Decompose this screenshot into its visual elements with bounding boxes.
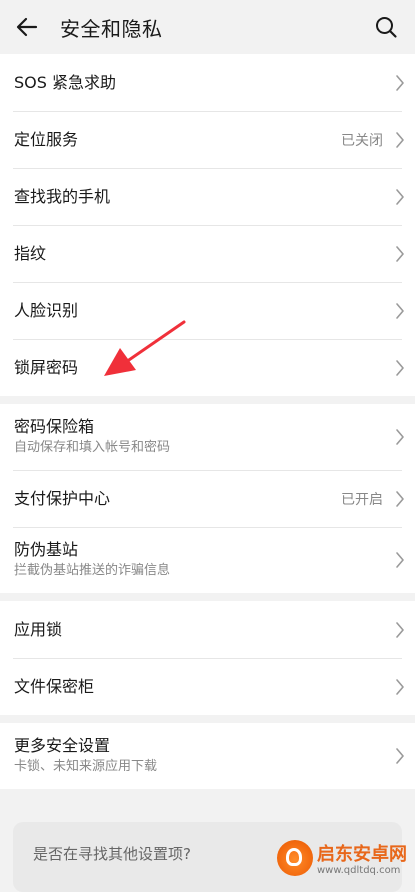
settings-item-payment-protection[interactable]: 支付保护中心 已开启	[0, 470, 415, 527]
chevron-right-icon	[396, 678, 404, 695]
chevron-right-icon	[396, 131, 404, 148]
item-text: 支付保护中心	[14, 488, 341, 510]
chevron-right-icon	[396, 429, 404, 445]
item-label: 更多安全设置	[14, 736, 111, 755]
item-subtitle: 卡锁、未知来源应用下载	[14, 759, 158, 774]
item-label: 防伪基站	[14, 540, 79, 559]
chevron-right-icon	[396, 552, 404, 568]
item-text: 查找我的手机	[14, 186, 385, 208]
item-subtitle: 拦截伪基站推送的诈骗信息	[14, 563, 171, 578]
chevron-right-icon	[396, 490, 404, 507]
settings-group-more: 更多安全设置 卡锁、未知来源应用下载	[0, 723, 415, 789]
settings-group-security: SOS 紧急求助 定位服务 已关闭 查找我的手机 指纹 人脸识别 锁屏密码	[0, 54, 415, 396]
settings-item-find-phone[interactable]: 查找我的手机	[0, 168, 415, 225]
item-text: 更多安全设置 卡锁、未知来源应用下载	[14, 735, 385, 777]
item-status: 已关闭	[341, 132, 383, 149]
chevron-right-icon	[396, 359, 404, 376]
item-text: 防伪基站 拦截伪基站推送的诈骗信息	[14, 539, 385, 581]
settings-item-more-security[interactable]: 更多安全设置 卡锁、未知来源应用下载	[0, 723, 415, 789]
chevron-right-icon	[396, 74, 404, 91]
back-button[interactable]	[0, 0, 54, 54]
settings-item-app-lock[interactable]: 应用锁	[0, 601, 415, 658]
item-label: 查找我的手机	[14, 186, 111, 206]
chevron-right-icon	[396, 621, 404, 638]
item-text: 人脸识别	[14, 300, 385, 322]
item-label: 密码保险箱	[14, 417, 95, 436]
item-label: SOS 紧急求助	[14, 72, 116, 92]
settings-item-fake-base-station[interactable]: 防伪基站 拦截伪基站推送的诈骗信息	[0, 527, 415, 593]
item-label: 应用锁	[14, 619, 63, 639]
settings-item-location[interactable]: 定位服务 已关闭	[0, 111, 415, 168]
settings-group-privacy: 密码保险箱 自动保存和填入帐号和密码 支付保护中心 已开启 防伪基站 拦截伪基站…	[0, 404, 415, 593]
item-label: 支付保护中心	[14, 488, 111, 508]
settings-item-sos[interactable]: SOS 紧急求助	[0, 54, 415, 111]
chevron-right-icon	[396, 245, 404, 262]
item-text: 应用锁	[14, 619, 385, 641]
item-text: 文件保密柜	[14, 676, 385, 698]
item-label: 定位服务	[14, 129, 79, 149]
suggestion-card[interactable]: 是否在寻找其他设置项?	[13, 822, 402, 892]
item-text: 锁屏密码	[14, 357, 385, 379]
chevron-right-icon	[396, 188, 404, 205]
search-icon	[376, 17, 397, 38]
item-label: 锁屏密码	[14, 357, 79, 377]
settings-group-lock: 应用锁 文件保密柜	[0, 601, 415, 715]
item-label: 文件保密柜	[14, 676, 95, 696]
item-text: 定位服务	[14, 129, 341, 151]
settings-item-fingerprint[interactable]: 指纹	[0, 225, 415, 282]
settings-item-file-safe[interactable]: 文件保密柜	[0, 658, 415, 715]
item-subtitle: 自动保存和填入帐号和密码	[14, 440, 171, 455]
item-label: 人脸识别	[14, 300, 79, 320]
settings-item-face-recognition[interactable]: 人脸识别	[0, 282, 415, 339]
item-status: 已开启	[341, 491, 383, 508]
item-text: 密码保险箱 自动保存和填入帐号和密码	[14, 416, 385, 458]
item-text: 指纹	[14, 243, 385, 265]
item-text: SOS 紧急求助	[14, 72, 385, 94]
settings-item-password-vault[interactable]: 密码保险箱 自动保存和填入帐号和密码	[0, 404, 415, 470]
page-title: 安全和隐私	[60, 16, 163, 41]
settings-item-lock-screen-password[interactable]: 锁屏密码	[0, 339, 415, 396]
arrow-left-icon	[16, 17, 38, 37]
top-bar: 安全和隐私	[0, 0, 415, 54]
chevron-right-icon	[396, 748, 404, 764]
suggestion-text: 是否在寻找其他设置项?	[33, 845, 191, 863]
chevron-right-icon	[396, 302, 404, 319]
item-label: 指纹	[14, 243, 47, 263]
search-button[interactable]	[367, 8, 405, 46]
